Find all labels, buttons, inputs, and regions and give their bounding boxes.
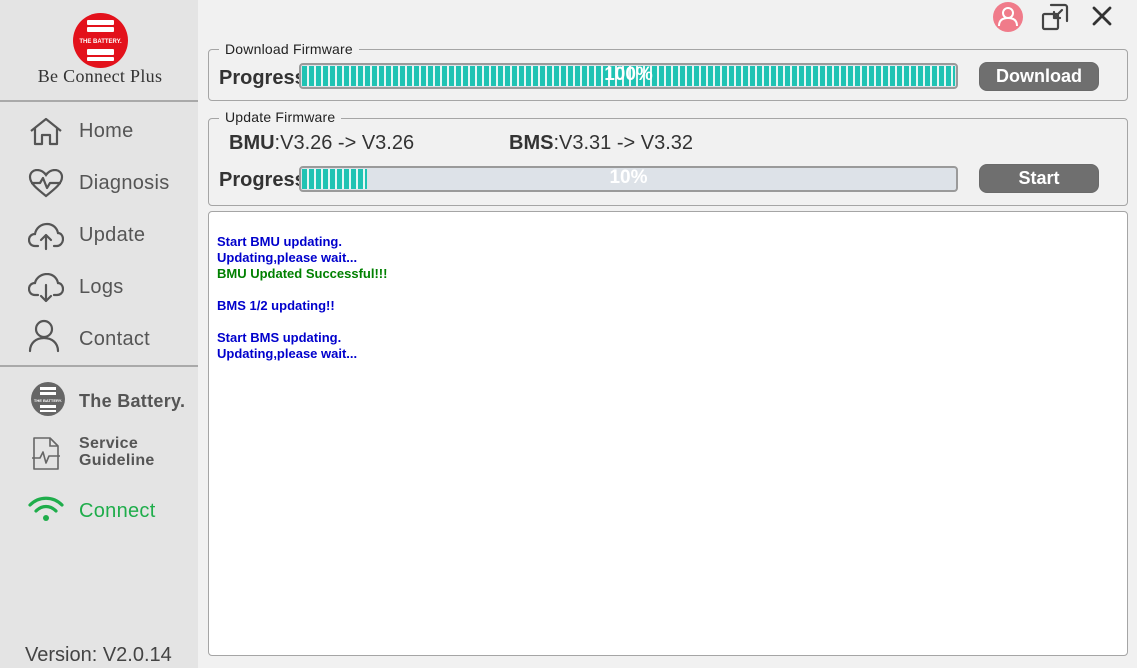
document-pulse-icon bbox=[32, 437, 60, 470]
progress-label: Progress bbox=[219, 169, 299, 191]
log-line: Start BMS updating. bbox=[217, 330, 342, 345]
progress-percent: 10% bbox=[609, 167, 648, 188]
close-icon[interactable] bbox=[1091, 5, 1113, 27]
group-title: Update Firmware bbox=[219, 109, 342, 125]
sidebar-item-label: Logs bbox=[79, 276, 124, 298]
bmu-version-text: BMU:V3.26 -> V3.26 bbox=[229, 132, 414, 155]
wifi-icon bbox=[28, 496, 64, 521]
restore-window-icon[interactable] bbox=[1041, 3, 1069, 31]
sidebar-item-diagnosis[interactable]: Diagnosis bbox=[0, 161, 198, 205]
home-icon bbox=[30, 117, 62, 146]
heart-pulse-icon bbox=[28, 169, 64, 198]
sidebar-link-connect[interactable]: Connect bbox=[0, 488, 198, 532]
sidebar-divider bbox=[0, 100, 198, 102]
sidebar-link-the-battery[interactable]: THE BATTERY. The Battery. bbox=[0, 378, 198, 422]
bmu-label: BMU bbox=[229, 132, 275, 154]
sidebar-item-label: Home bbox=[79, 120, 134, 142]
sidebar: THE BATTERY. Be Connect Plus Home Diagno… bbox=[0, 0, 198, 668]
logo-text: THE BATTERY. bbox=[79, 39, 122, 45]
sidebar-item-label: Diagnosis bbox=[79, 172, 170, 194]
sidebar-divider bbox=[0, 365, 198, 367]
download-button[interactable]: Download bbox=[979, 62, 1099, 91]
sidebar-item-label: Update bbox=[79, 224, 146, 246]
progress-percent: 100% bbox=[604, 64, 653, 85]
cloud-download-icon bbox=[28, 273, 64, 303]
sidebar-link-service-guideline[interactable]: Service Guideline bbox=[0, 432, 198, 474]
sidebar-link-label: The Battery. bbox=[79, 391, 186, 411]
log-line: BMS 1/2 updating!! bbox=[217, 298, 335, 313]
battery-logo-icon: THE BATTERY. bbox=[31, 382, 65, 416]
sidebar-item-label: Contact bbox=[79, 328, 151, 350]
log-line: Updating,please wait... bbox=[217, 346, 358, 361]
sidebar-link-label: Connect bbox=[79, 500, 156, 522]
update-progress-bar: 10% bbox=[299, 166, 958, 192]
bms-version: :V3.31 -> V3.32 bbox=[553, 132, 693, 154]
bmu-version: :V3.26 -> V3.26 bbox=[274, 132, 415, 154]
sidebar-item-contact[interactable]: Contact bbox=[0, 317, 198, 361]
bms-label: BMS bbox=[509, 132, 554, 154]
app-name: Be Connect Plus bbox=[37, 66, 163, 86]
start-button[interactable]: Start bbox=[979, 164, 1099, 193]
sidebar-item-update[interactable]: Update bbox=[0, 213, 198, 257]
group-title: Download Firmware bbox=[219, 41, 359, 57]
progress-label: Progress bbox=[219, 67, 299, 89]
cloud-upload-icon bbox=[28, 222, 64, 251]
battery-logo-text: THE BATTERY. bbox=[33, 398, 63, 403]
user-account-icon[interactable] bbox=[993, 2, 1023, 32]
battery-logo-icon: THE BATTERY. bbox=[73, 13, 128, 68]
app-logo: THE BATTERY. Be Connect Plus bbox=[0, 0, 198, 100]
log-line: BMU Updated Successful!!! bbox=[217, 266, 388, 281]
sidebar-item-home[interactable]: Home bbox=[0, 109, 198, 153]
bms-version-text: BMS:V3.31 -> V3.32 bbox=[509, 132, 693, 155]
sidebar-item-logs[interactable]: Logs bbox=[0, 265, 198, 309]
sidebar-link-label-line1: Service bbox=[79, 435, 139, 452]
sidebar-link-label-line2: Guideline bbox=[79, 452, 155, 469]
user-icon bbox=[28, 319, 60, 353]
update-firmware-group: Update Firmware BMU:V3.26 -> V3.26 BMS:V… bbox=[208, 109, 1128, 206]
log-line: Start BMU updating. bbox=[217, 234, 342, 249]
log-output[interactable]: Start BMU updating. Updating,please wait.… bbox=[208, 211, 1128, 656]
version-label: Version: V2.0.14 bbox=[25, 644, 172, 666]
download-progress-bar: 100% bbox=[299, 63, 958, 89]
download-firmware-group: Download Firmware Progress 100% Download bbox=[208, 41, 1128, 101]
log-line: Updating,please wait... bbox=[217, 250, 358, 265]
